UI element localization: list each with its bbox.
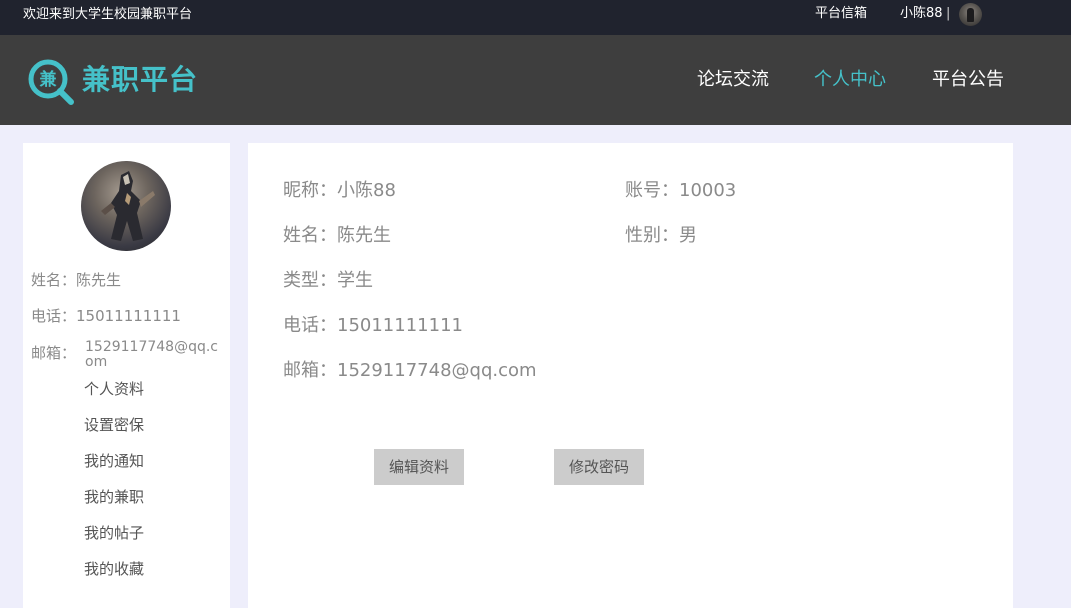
menu-my-favorites[interactable]: 我的收藏 — [84, 559, 144, 579]
sidebar-email-label: 邮箱： — [31, 344, 77, 362]
logo-text[interactable]: 兼职平台 — [82, 63, 198, 97]
nav-forum[interactable]: 论坛交流 — [697, 68, 769, 92]
profile-phone: 电话：15011111111 — [283, 315, 463, 336]
menu-my-jobs[interactable]: 我的兼职 — [84, 487, 144, 507]
profile-type: 类型：学生 — [283, 270, 373, 291]
sidebar-name: 姓名：陈先生 — [31, 271, 122, 289]
welcome-text: 欢迎来到大学生校园兼职平台 — [23, 7, 193, 22]
nav-personal-center[interactable]: 个人中心 — [814, 68, 886, 92]
menu-personal-info[interactable]: 个人资料 — [84, 379, 144, 399]
top-bar: 欢迎来到大学生校园兼职平台 平台信箱 小陈88 | — [0, 0, 1071, 35]
menu-my-posts[interactable]: 我的帖子 — [84, 523, 144, 543]
profile-account: 账号：10003 — [625, 180, 737, 201]
logo-search-icon[interactable]: 兼 — [28, 59, 74, 105]
edit-profile-button[interactable]: 编辑资料 — [374, 449, 464, 485]
profile-nickname: 昵称：小陈88 — [283, 180, 396, 201]
profile-name: 姓名：陈先生 — [283, 225, 391, 246]
profile-sidebar: 姓名：陈先生 电话：15011111111 邮箱： 1529117748@qq.… — [23, 143, 230, 608]
sidebar-email-value: 1529117748@qq.com — [85, 339, 218, 370]
sidebar-phone: 电话：15011111111 — [31, 307, 181, 325]
profile-email: 邮箱：1529117748@qq.com — [283, 360, 537, 381]
nav-platform-notice[interactable]: 平台公告 — [932, 68, 1004, 92]
profile-gender: 性别：男 — [625, 225, 697, 246]
logo-glyph: 兼 — [40, 69, 57, 90]
platform-inbox-link[interactable]: 平台信箱 — [815, 6, 867, 22]
user-avatar-small[interactable] — [959, 3, 982, 26]
username-link[interactable]: 小陈88 — [900, 6, 943, 22]
change-password-button[interactable]: 修改密码 — [554, 449, 644, 485]
site-header: 兼 兼职平台 论坛交流 个人中心 平台公告 — [0, 35, 1071, 125]
menu-my-notifications[interactable]: 我的通知 — [84, 451, 144, 471]
separator: | — [946, 6, 951, 21]
user-avatar — [81, 161, 171, 251]
menu-security-question[interactable]: 设置密保 — [84, 415, 144, 435]
profile-details-panel: 昵称：小陈88 账号：10003 姓名：陈先生 性别：男 类型：学生 电话：15… — [248, 143, 1013, 608]
